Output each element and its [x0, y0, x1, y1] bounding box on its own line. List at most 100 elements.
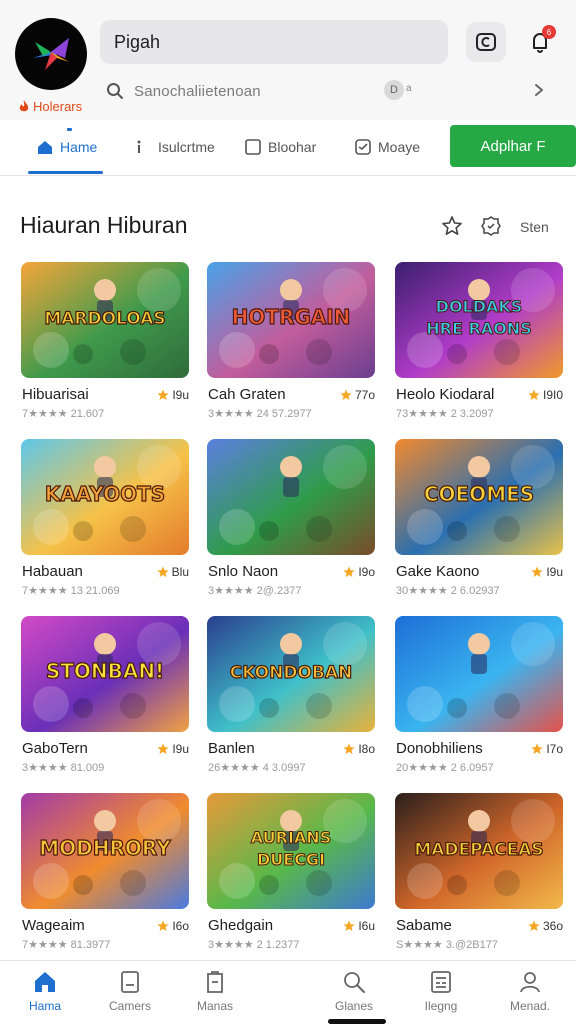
game-thumbnail[interactable]: MODHRORY: [21, 793, 189, 909]
star-icon: [157, 743, 169, 754]
game-title: Donobhiliens: [396, 740, 483, 757]
tab-isulcrtme[interactable]: Isulcrtme: [134, 138, 215, 156]
game-rating-value: I6u: [358, 919, 375, 933]
active-tab-underline: [28, 171, 103, 174]
bottom-nav-camers[interactable]: Camers: [90, 969, 170, 1013]
game-card[interactable]: Snlo Naon I9o 3★★★★ 2@.2377: [207, 439, 375, 624]
star-icon: [157, 389, 169, 400]
secondary-search[interactable]: Sanochaliietenoan D a: [106, 78, 546, 104]
game-title: Wageaim: [22, 917, 85, 934]
flame-icon: [19, 100, 29, 112]
see-more-link[interactable]: Sten: [520, 219, 549, 235]
game-card[interactable]: MARDOLOAS Hibuarisai I9u 7★★★★ 21.607: [21, 262, 189, 447]
notification-badge: 6: [542, 25, 556, 39]
game-rating: 77o: [340, 388, 375, 402]
search-input[interactable]: Pigah: [100, 20, 448, 64]
game-thumbnail[interactable]: [207, 439, 375, 555]
game-thumbnail[interactable]: MARDOLOAS: [21, 262, 189, 378]
game-card[interactable]: AURIANS DUECGI Ghedgain I6u 3★★★★ 2 1.2377: [207, 793, 375, 978]
game-title: Cah Graten: [208, 386, 286, 403]
game-card[interactable]: Donobhiliens I7o 20★★★★ 2 6.0957: [395, 616, 563, 801]
game-rating: I9I0: [528, 388, 563, 402]
game-rating: I8o: [343, 742, 375, 756]
tab-bloohar[interactable]: Bloohar: [244, 138, 316, 156]
cast-icon: [476, 33, 496, 51]
game-stats: 26★★★★ 4 3.0997: [208, 762, 306, 774]
home-icon: [38, 141, 52, 154]
bottom-nav-menad[interactable]: Menad.: [490, 969, 570, 1013]
game-artwork: STONBAN!: [21, 616, 189, 732]
game-thumbnail[interactable]: DOLDAKS HRE RAONS: [395, 262, 563, 378]
game-art-title: KAAYOOTS: [45, 482, 165, 506]
game-card[interactable]: KAAYOOTS Habauan Blu 7★★★★ 13 21.069: [21, 439, 189, 624]
cast-button[interactable]: [466, 22, 506, 62]
game-thumbnail[interactable]: COEOMES: [395, 439, 563, 555]
game-stats: S★★★★ 3.@2B177: [396, 939, 498, 951]
app-logo-icon[interactable]: [15, 18, 87, 90]
game-rating: I9o: [343, 565, 375, 579]
game-rating: I9u: [157, 388, 189, 402]
section-title: Hiauran Hiburan: [20, 212, 188, 238]
game-artwork: COEOMES: [395, 439, 563, 555]
game-rating-value: Blu: [171, 565, 189, 579]
bottom-nav-label: Ilegng: [424, 999, 458, 1013]
tab-home[interactable]: Hame: [36, 138, 97, 156]
document-icon: [121, 971, 139, 993]
game-title: Ghedgain: [208, 917, 274, 934]
game-card[interactable]: COEOMES Gake Kaono I9u 30★★★★ 2 6.02937: [395, 439, 563, 624]
bottom-navigation: Hama Camers Manas Glanes Ilegng Menad.: [0, 960, 576, 1024]
game-artwork: MARDOLOAS: [21, 262, 189, 378]
bottom-nav-ilegng[interactable]: Ilegng: [401, 969, 481, 1013]
game-stats: 3★★★★ 81.009: [22, 762, 105, 774]
star-icon: [528, 389, 540, 400]
badge-icon[interactable]: [480, 215, 502, 237]
brand-label: Holerars: [33, 99, 83, 114]
notifications-button[interactable]: 6: [520, 22, 560, 62]
game-thumbnail[interactable]: CKONDOBAN: [207, 616, 375, 732]
star-icon: [343, 743, 355, 754]
game-card[interactable]: CKONDOBAN Banlen I8o 26★★★★ 4 3.0997: [207, 616, 375, 801]
game-stats: 7★★★★ 13 21.069: [22, 585, 120, 597]
info-icon: [137, 140, 141, 153]
game-art-title: HOTRGAIN: [232, 305, 351, 329]
bottom-nav-home[interactable]: Hama: [5, 969, 85, 1013]
game-thumbnail[interactable]: STONBAN!: [21, 616, 189, 732]
filter-chip-extra: a: [406, 83, 412, 94]
game-art-title: AURIANS: [251, 828, 331, 847]
filter-chip[interactable]: D: [384, 80, 404, 100]
game-art-title: MADEPACEAS: [414, 840, 543, 860]
game-card[interactable]: MODHRORY Wageaim I6o 7★★★★ 81.3977: [21, 793, 189, 978]
brand-row: Holerars: [18, 99, 82, 114]
game-stats: 73★★★★ 2 3.2097: [396, 408, 494, 420]
game-thumbnail[interactable]: HOTRGAIN: [207, 262, 375, 378]
star-icon: [157, 920, 169, 931]
game-rating: Blu: [157, 565, 189, 579]
bottom-nav-manas[interactable]: Manas: [175, 969, 255, 1013]
game-title: Gake Kaono: [396, 563, 480, 580]
chevron-right-icon[interactable]: [532, 82, 546, 98]
game-artwork: [207, 439, 375, 555]
tab-label: Hame: [60, 139, 98, 155]
tab-moaye[interactable]: Moaye: [354, 138, 420, 156]
game-card[interactable]: MADEPACEAS Sabame 36o S★★★★ 3.@2B177: [395, 793, 563, 978]
chat-icon: [355, 139, 371, 155]
game-thumbnail[interactable]: KAAYOOTS: [21, 439, 189, 555]
game-title: GaboTern: [22, 740, 88, 757]
game-title: Sabame: [396, 917, 452, 934]
tab-label: Moaye: [378, 139, 421, 155]
app-header: Holerars Pigah 6 Sanochaliietenoan D a: [0, 0, 576, 120]
game-thumbnail[interactable]: AURIANS DUECGI: [207, 793, 375, 909]
game-rating-value: I6o: [172, 919, 189, 933]
game-thumbnail[interactable]: [395, 616, 563, 732]
game-title: Habauan: [22, 563, 83, 580]
game-card[interactable]: DOLDAKS HRE RAONS Heolo Kiodaral I9I0 73★★★…: [395, 262, 563, 447]
star-outline-icon[interactable]: [441, 215, 463, 237]
game-thumbnail[interactable]: MADEPACEAS: [395, 793, 563, 909]
game-card[interactable]: HOTRGAIN Cah Graten 77o 3★★★★ 24 57.2977: [207, 262, 375, 447]
game-card[interactable]: STONBAN! GaboTern I9u 3★★★★ 81.009: [21, 616, 189, 801]
apply-button[interactable]: Adplhar F: [450, 125, 576, 167]
bottom-nav-glanes[interactable]: Glanes: [314, 969, 394, 1013]
game-art-title: MODHRORY: [39, 836, 171, 860]
game-art-title: COEOMES: [424, 482, 534, 506]
game-rating-value: I9u: [172, 742, 189, 756]
